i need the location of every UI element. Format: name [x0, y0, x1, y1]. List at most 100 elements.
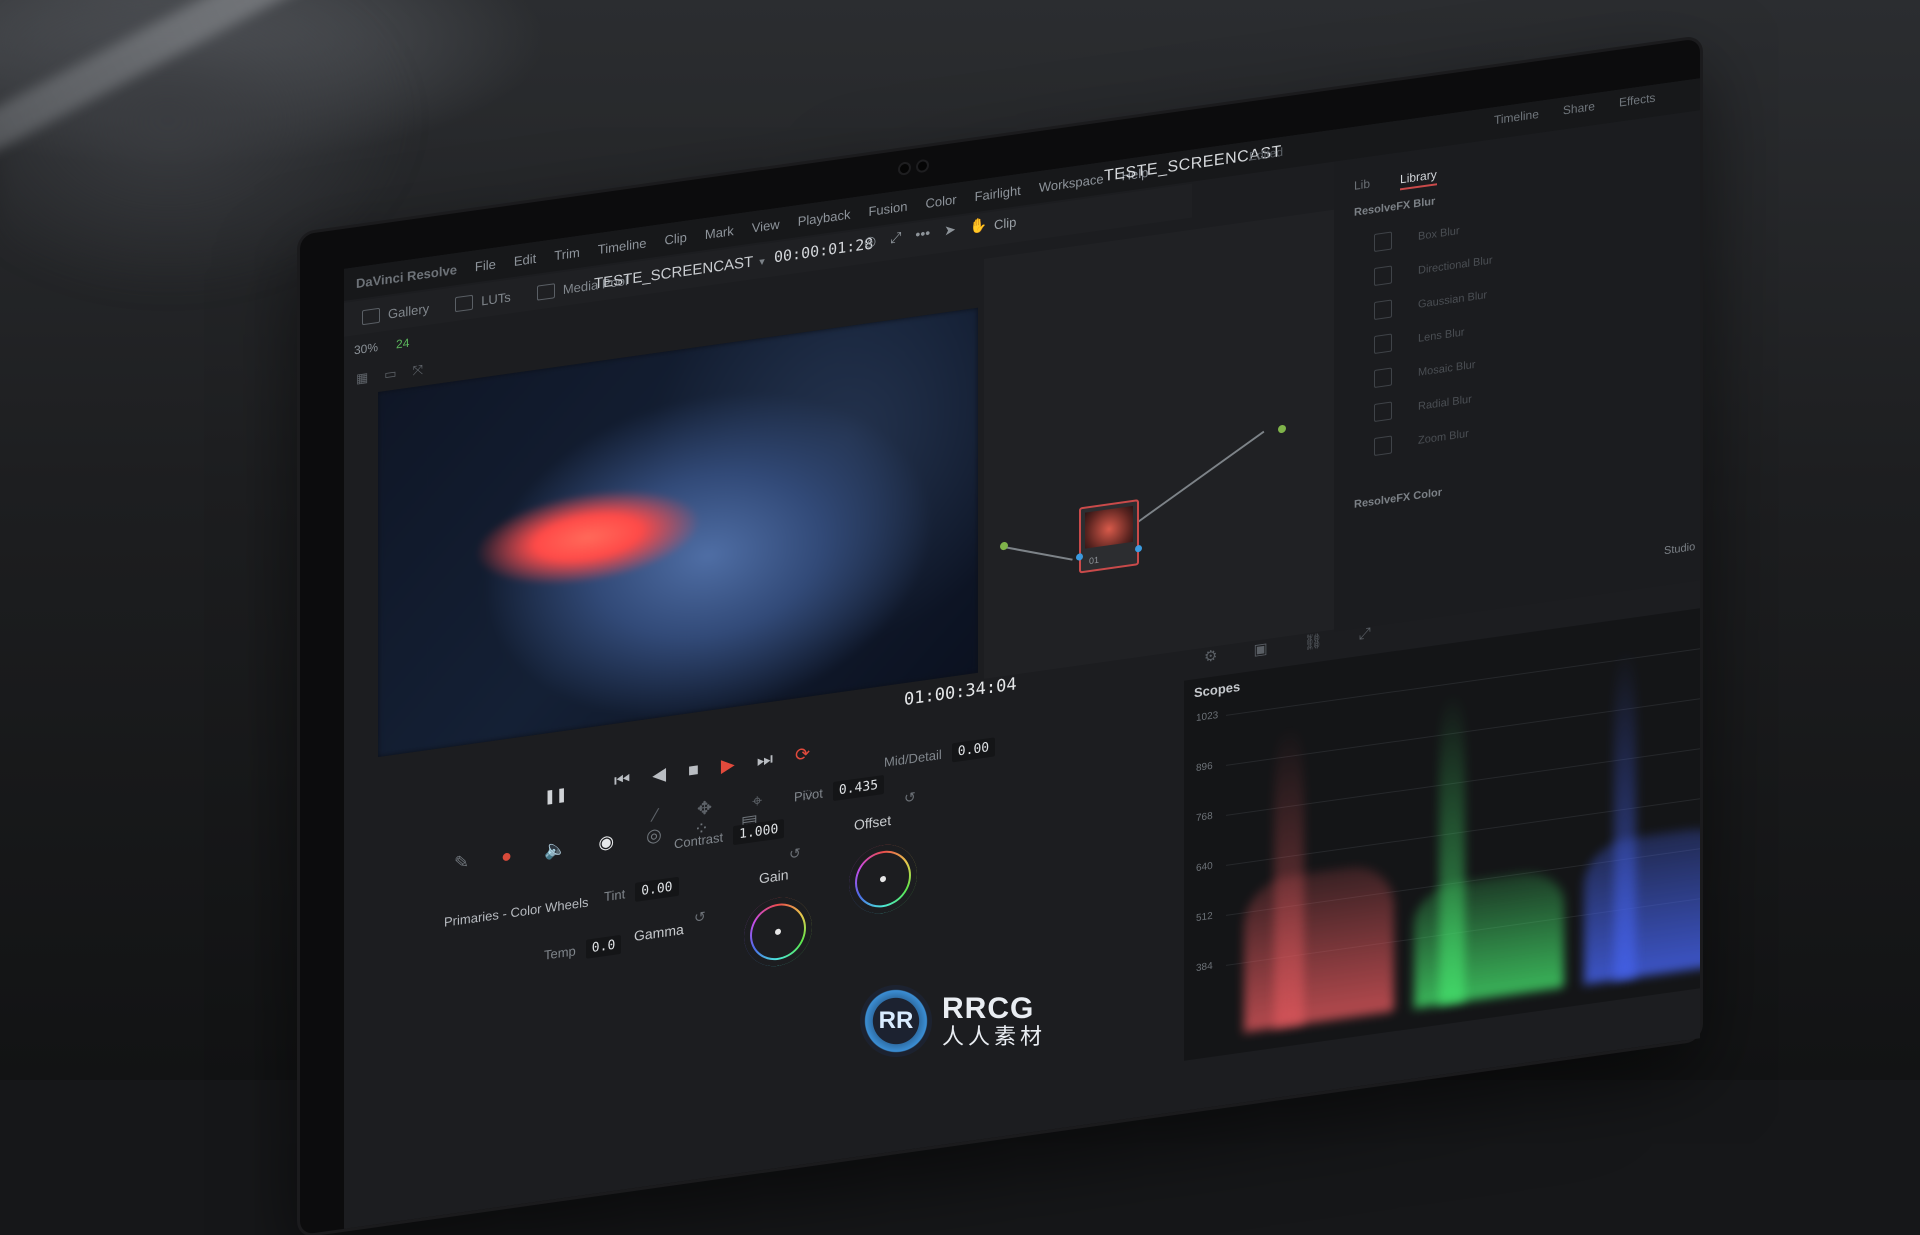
color-wheels-icon[interactable]: ◉	[598, 831, 614, 854]
color-node[interactable]: 01	[1076, 499, 1142, 574]
gallery-button[interactable]: Gallery	[362, 300, 430, 325]
reset-icon[interactable]: ↺	[904, 788, 916, 807]
viewer-zoom-row: 30% 24	[354, 336, 409, 358]
middetail-label: Mid/Detail	[884, 746, 942, 770]
wheel-handle[interactable]	[775, 928, 781, 936]
gamma-label: Gamma	[634, 921, 684, 945]
scopes-title: Scopes	[1194, 678, 1241, 701]
stop-icon[interactable]: ■	[688, 759, 699, 782]
node-thumbnail	[1085, 505, 1133, 549]
library-item[interactable]: Box Blur	[1374, 222, 1460, 253]
library-item-label: Gaussian Blur	[1418, 289, 1488, 311]
fps-indicator: 24	[396, 335, 410, 352]
grid-icon[interactable]: ▦	[356, 369, 368, 387]
watermark-text: RRCG 人人素材	[942, 994, 1046, 1048]
library-item[interactable]: Lens Blur	[1374, 323, 1465, 355]
menu-edit[interactable]: Edit	[514, 250, 536, 268]
scope-view-icon[interactable]: ▣	[1253, 639, 1267, 659]
luts-button[interactable]: LUTs	[455, 289, 511, 312]
watermark-line2: 人人素材	[942, 1024, 1047, 1049]
menu-mark[interactable]: Mark	[705, 223, 734, 242]
viewer-frame[interactable]	[378, 307, 978, 758]
audio-icon[interactable]: 🔈	[544, 838, 566, 862]
wheel-handle[interactable]	[880, 875, 886, 883]
menu-timeline[interactable]: Timeline	[598, 235, 647, 257]
split-icon[interactable]: ▭	[384, 365, 396, 383]
eyedropper-icon[interactable]: ✎	[454, 851, 469, 874]
watermark-logo: RR	[860, 985, 932, 1057]
node-connection	[1133, 430, 1265, 526]
menu-fusion[interactable]: Fusion	[868, 198, 907, 218]
pause-icon[interactable]: ❚❚	[544, 785, 567, 805]
reset-icon[interactable]: ↺	[789, 845, 801, 864]
menu-trim[interactable]: Trim	[554, 244, 580, 263]
library-item[interactable]: Zoom Blur	[1374, 425, 1469, 457]
node-editor[interactable]: 01	[984, 209, 1334, 679]
menu-file[interactable]: File	[475, 256, 496, 274]
parade-green-peak	[1439, 691, 1465, 1005]
scope-tick: 384	[1196, 960, 1213, 975]
parade-blue-peak	[1614, 647, 1636, 981]
fullscreen-icon[interactable]: ⤢	[890, 228, 901, 247]
skip-forward-icon[interactable]: ⏭	[757, 749, 773, 772]
library-item-label: Lens Blur	[1418, 326, 1465, 345]
menu-view[interactable]: View	[752, 216, 780, 235]
library-item[interactable]: Directional Blur	[1374, 251, 1493, 287]
rgb-mixer-icon[interactable]: ◎	[646, 824, 662, 847]
output-dot[interactable]	[1278, 424, 1286, 434]
middetail-field[interactable]: 0.00	[951, 737, 996, 763]
tint-field[interactable]: 0.00	[635, 876, 679, 902]
menu-color[interactable]: Color	[925, 191, 956, 210]
temp-field[interactable]: 0.0	[585, 934, 622, 959]
hand-icon[interactable]: ✋	[970, 216, 987, 235]
tab-lib[interactable]: Lib	[1354, 177, 1370, 197]
loop-icon[interactable]: ⟳	[795, 743, 810, 766]
input-dot[interactable]	[1000, 541, 1008, 551]
zoom-level[interactable]: 30%	[354, 340, 378, 357]
scope-link-icon[interactable]: ⛓	[1304, 631, 1323, 652]
camera-icon	[918, 160, 927, 172]
gain-wheel[interactable]	[744, 893, 812, 971]
library-item[interactable]: Mosaic Blur	[1374, 356, 1476, 389]
node-input-dot[interactable]	[1076, 552, 1083, 561]
luts-icon	[455, 294, 474, 312]
effect-icon	[1374, 401, 1392, 423]
record-icon[interactable]: ●	[501, 845, 512, 868]
effect-icon	[1374, 367, 1392, 389]
video-frame-image	[378, 307, 978, 758]
scope-settings-icon[interactable]: ⚙	[1204, 646, 1217, 666]
tab-library[interactable]: Library	[1400, 167, 1437, 191]
contrast-label: Contrast	[674, 829, 724, 852]
effects-library: Lib Library ResolveFX Blur Box Blur Dire…	[1334, 102, 1700, 632]
parade-red	[1244, 861, 1394, 1033]
watermark: RR RRCG 人人素材	[860, 985, 1046, 1057]
menu-clip[interactable]: Clip	[664, 229, 686, 247]
reverse-icon[interactable]: ◀	[652, 764, 666, 787]
play-icon[interactable]: ▶	[721, 754, 735, 777]
library-item[interactable]: Gaussian Blur	[1374, 286, 1488, 321]
scope-expand-icon[interactable]: ⤢	[1359, 625, 1371, 645]
viewer-side-icons: ▦ ▭ ⤧	[356, 362, 423, 387]
color-picker-icon[interactable]: ◎	[864, 232, 876, 251]
temp-label: Temp	[544, 943, 576, 963]
gallery-label: Gallery	[388, 300, 430, 322]
library-item[interactable]: Radial Blur	[1374, 390, 1472, 423]
node-output-dot[interactable]	[1135, 544, 1142, 553]
parade-green	[1414, 867, 1564, 1009]
pivot-label: Pivot	[794, 785, 823, 805]
library-item-label: Mosaic Blur	[1418, 358, 1476, 379]
menu-fairlight[interactable]: Fairlight	[975, 182, 1021, 204]
reset-icon[interactable]: ↺	[694, 908, 706, 927]
skip-back-icon[interactable]: ⏮	[614, 769, 630, 792]
menu-playback[interactable]: Playback	[798, 206, 851, 228]
offset-wheel[interactable]	[849, 840, 917, 918]
scope-tick: 896	[1196, 760, 1213, 775]
tracker-icon[interactable]: ⌖	[752, 790, 762, 812]
more-icon[interactable]: •••	[915, 224, 930, 243]
library-section-blur: ResolveFX Blur	[1354, 195, 1436, 219]
menu-workspace[interactable]: Workspace	[1039, 171, 1104, 195]
clip-mode-select[interactable]: Clip	[994, 214, 1016, 232]
pointer-icon[interactable]: ➤	[944, 221, 956, 240]
wipe-icon[interactable]: ⤧	[413, 362, 423, 379]
curves-icon[interactable]: ∕	[654, 805, 657, 826]
